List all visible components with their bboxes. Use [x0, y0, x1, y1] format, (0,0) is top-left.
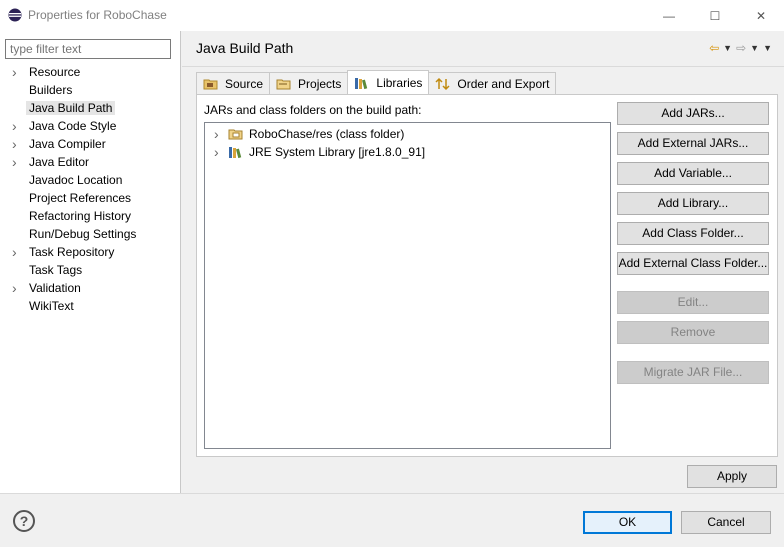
- ok-button[interactable]: OK: [583, 511, 672, 534]
- nav-item-java-compiler[interactable]: › Java Compiler: [0, 135, 181, 153]
- libraries-tree[interactable]: › RoboChase/res (class folder) › JRE System…: [204, 122, 611, 449]
- nav-item-label: Task Tags: [29, 263, 83, 277]
- order-export-icon: [435, 77, 451, 91]
- tab-label: Libraries: [376, 75, 423, 90]
- add-external-class-folder-button[interactable]: Add External Class Folder...: [617, 252, 769, 275]
- minimize-button[interactable]: —: [646, 0, 692, 31]
- nav-item-javadoc-location[interactable]: Javadoc Location: [0, 171, 181, 189]
- libraries-description: JARs and class folders on the build path…: [204, 103, 422, 117]
- chevron-right-icon[interactable]: ›: [12, 63, 22, 81]
- add-external-jars-button[interactable]: Add External JARs...: [617, 132, 769, 155]
- libraries-tab-panel: JARs and class folders on the build path…: [196, 94, 778, 457]
- dialog-footer: ? OK Cancel: [0, 493, 784, 547]
- tab-label: Order and Export: [457, 76, 550, 91]
- tree-row[interactable]: › RoboChase/res (class folder): [205, 125, 610, 143]
- add-variable-button[interactable]: Add Variable...: [617, 162, 769, 185]
- close-button[interactable]: ✕: [738, 0, 784, 31]
- projects-icon: [276, 77, 292, 91]
- forward-arrow-icon[interactable]: ⇨: [736, 41, 746, 55]
- libraries-icon: [354, 76, 370, 90]
- history-nav: ⇦ ▼ ⇨ ▼ ▼: [709, 41, 772, 55]
- chevron-right-icon[interactable]: ›: [12, 153, 22, 171]
- chevron-right-icon[interactable]: ›: [214, 125, 219, 143]
- page-title: Java Build Path: [196, 40, 294, 56]
- nav-item-refactoring-history[interactable]: Refactoring History: [0, 207, 181, 225]
- tab-libraries[interactable]: Libraries: [347, 70, 430, 94]
- tab-order-and-export[interactable]: Order and Export: [428, 72, 557, 94]
- help-icon[interactable]: ?: [13, 510, 35, 532]
- nav-item-run-debug-settings[interactable]: Run/Debug Settings: [0, 225, 181, 243]
- tab-projects[interactable]: Projects: [269, 72, 349, 94]
- back-dropdown-icon[interactable]: ▼: [723, 43, 732, 53]
- nav-item-java-code-style[interactable]: › Java Code Style: [0, 117, 181, 135]
- property-page: Java Build Path ⇦ ▼ ⇨ ▼ ▼ Source Projects…: [182, 31, 784, 493]
- tree-row[interactable]: › JRE System Library [jre1.8.0_91]: [205, 143, 610, 161]
- window-title: Properties for RoboChase: [28, 8, 167, 22]
- nav-item-task-tags[interactable]: Task Tags: [0, 261, 181, 279]
- chevron-right-icon[interactable]: ›: [12, 279, 22, 297]
- nav-item-label: Resource: [29, 65, 81, 79]
- migrate-jar-button[interactable]: Migrate JAR File...: [617, 361, 769, 384]
- nav-item-label: Project References: [29, 191, 132, 205]
- maximize-button[interactable]: ☐: [692, 0, 738, 31]
- nav-item-label: Javadoc Location: [29, 173, 123, 187]
- view-menu-icon[interactable]: ▼: [763, 43, 772, 53]
- tree-row-label: JRE System Library [jre1.8.0_91]: [249, 145, 426, 159]
- edit-button[interactable]: Edit...: [617, 291, 769, 314]
- remove-button[interactable]: Remove: [617, 321, 769, 344]
- chevron-right-icon[interactable]: ›: [12, 135, 22, 153]
- properties-nav-pane: › Resource Builders Java Build Path › Java Co…: [0, 31, 181, 493]
- nav-item-validation[interactable]: › Validation: [0, 279, 181, 297]
- nav-item-wikitext[interactable]: WikiText: [0, 297, 181, 315]
- library-icon: [228, 145, 244, 159]
- nav-item-label: Run/Debug Settings: [29, 227, 137, 241]
- build-path-tabs: Source Projects Libraries Order and Export: [196, 70, 557, 94]
- nav-item-task-repository[interactable]: › Task Repository: [0, 243, 181, 261]
- add-class-folder-button[interactable]: Add Class Folder...: [617, 222, 769, 245]
- nav-item-builders[interactable]: Builders: [0, 81, 181, 99]
- forward-dropdown-icon[interactable]: ▼: [750, 43, 759, 53]
- add-jars-button[interactable]: Add JARs...: [617, 102, 769, 125]
- class-folder-icon: [228, 127, 244, 141]
- nav-item-label: Java Build Path: [26, 101, 116, 115]
- filter-input[interactable]: [5, 39, 171, 59]
- cancel-button[interactable]: Cancel: [681, 511, 771, 534]
- nav-item-label: Task Repository: [29, 245, 115, 259]
- nav-item-java-editor[interactable]: › Java Editor: [0, 153, 181, 171]
- apply-button[interactable]: Apply: [687, 465, 777, 488]
- nav-item-project-references[interactable]: Project References: [0, 189, 181, 207]
- nav-item-resource[interactable]: › Resource: [0, 63, 181, 81]
- tab-label: Source: [225, 76, 264, 91]
- tab-source[interactable]: Source: [196, 72, 271, 94]
- tree-row-label: RoboChase/res (class folder): [249, 127, 405, 141]
- nav-item-label: Builders: [29, 83, 73, 97]
- eclipse-icon: [8, 8, 22, 22]
- chevron-right-icon[interactable]: ›: [12, 243, 22, 261]
- back-arrow-icon[interactable]: ⇦: [709, 41, 719, 55]
- title-bar: Properties for RoboChase — ☐ ✕: [0, 0, 784, 31]
- add-library-button[interactable]: Add Library...: [617, 192, 769, 215]
- nav-item-label: WikiText: [29, 299, 74, 313]
- page-header: Java Build Path ⇦ ▼ ⇨ ▼ ▼: [182, 31, 784, 67]
- tab-label: Projects: [298, 76, 342, 91]
- nav-item-label: Validation: [29, 281, 81, 295]
- chevron-right-icon[interactable]: ›: [12, 117, 22, 135]
- nav-item-label: Refactoring History: [29, 209, 132, 223]
- property-page-list: › Resource Builders Java Build Path › Java Co…: [0, 63, 181, 315]
- chevron-right-icon[interactable]: ›: [214, 143, 219, 161]
- nav-item-label: Java Code Style: [29, 119, 117, 133]
- nav-item-java-build-path[interactable]: Java Build Path: [0, 99, 181, 117]
- source-folder-icon: [203, 77, 219, 91]
- nav-item-label: Java Compiler: [29, 137, 106, 151]
- nav-item-label: Java Editor: [29, 155, 90, 169]
